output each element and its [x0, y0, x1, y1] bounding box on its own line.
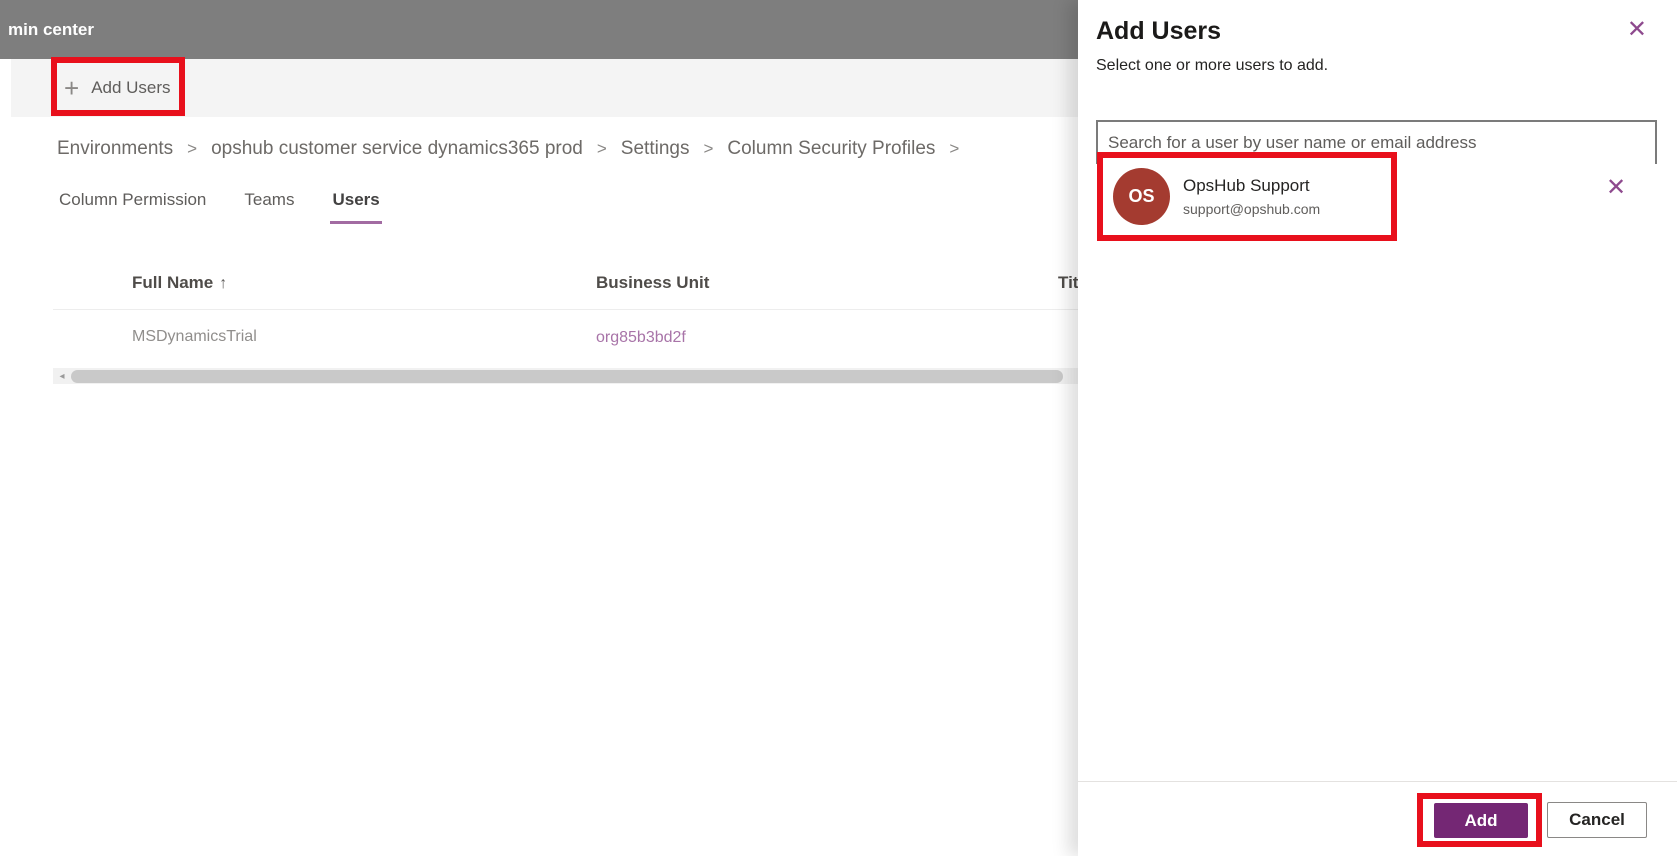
command-toolbar: + Add Users	[11, 59, 1078, 117]
cancel-button[interactable]: Cancel	[1547, 802, 1647, 838]
tab-users[interactable]: Users	[330, 182, 381, 224]
panel-title: Add Users	[1096, 17, 1221, 46]
chevron-right-icon: >	[187, 139, 197, 159]
avatar: OS	[1113, 168, 1170, 225]
chevron-right-icon: >	[597, 139, 607, 159]
footer-divider	[1078, 781, 1677, 782]
scrollbar-thumb[interactable]	[71, 370, 1063, 383]
app-title: min center	[8, 20, 94, 40]
top-app-bar: min center	[0, 0, 1078, 59]
chevron-right-icon: >	[949, 139, 959, 159]
sort-ascending-icon: ↑	[219, 275, 227, 292]
breadcrumb-item-environment-name[interactable]: opshub customer service dynamics365 prod	[211, 138, 583, 160]
breadcrumb: Environments > opshub customer service d…	[57, 130, 1078, 168]
tab-column-permission[interactable]: Column Permission	[57, 182, 208, 224]
breadcrumb-item-environments[interactable]: Environments	[57, 138, 173, 160]
column-header-title-truncated[interactable]: Tit	[1058, 273, 1078, 293]
user-email: support@opshub.com	[1183, 201, 1320, 217]
user-meta: OpsHub Support support@opshub.com	[1183, 176, 1320, 217]
add-users-button[interactable]: + Add Users	[64, 63, 171, 113]
remove-user-icon[interactable]: ✕	[1606, 176, 1626, 200]
horizontal-scrollbar[interactable]: ◂	[53, 368, 1078, 384]
close-icon[interactable]: ✕	[1627, 18, 1647, 42]
app-root: min center + Add Users Environments > op…	[0, 0, 1677, 856]
add-button[interactable]: Add	[1434, 803, 1528, 838]
cell-full-name: MSDynamicsTrial	[132, 328, 257, 346]
table-header-divider	[53, 309, 1078, 310]
panel-subtitle: Select one or more users to add.	[1096, 57, 1328, 75]
plus-icon: +	[64, 75, 79, 101]
breadcrumb-item-settings[interactable]: Settings	[621, 138, 690, 160]
breadcrumb-item-column-security-profiles[interactable]: Column Security Profiles	[727, 138, 935, 160]
tab-teams[interactable]: Teams	[242, 182, 296, 224]
add-users-button-label: Add Users	[91, 78, 170, 98]
scroll-left-arrow-icon[interactable]: ◂	[53, 371, 71, 382]
user-name: OpsHub Support	[1183, 176, 1320, 196]
table-header-row: Full Name ↑ Business Unit Tit	[0, 265, 1078, 301]
column-header-full-name-label: Full Name	[132, 273, 213, 292]
column-header-full-name[interactable]: Full Name ↑	[132, 273, 227, 293]
table-row[interactable]: MSDynamicsTrial org85b3bd2f	[0, 318, 1078, 358]
tab-bar: Column Permission Teams Users	[57, 182, 382, 224]
add-users-panel: Add Users ✕ Select one or more users to …	[1078, 0, 1677, 856]
cell-business-unit-link[interactable]: org85b3bd2f	[596, 329, 686, 347]
column-header-business-unit[interactable]: Business Unit	[596, 273, 709, 293]
chevron-right-icon: >	[703, 139, 713, 159]
selected-user-card[interactable]: OS OpsHub Support support@opshub.com	[1103, 158, 1389, 235]
